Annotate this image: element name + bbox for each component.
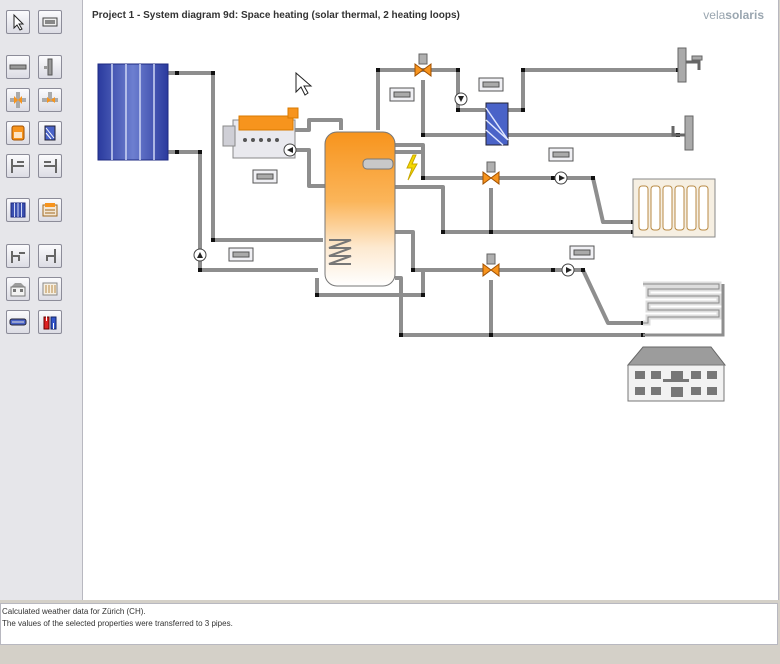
dhw-heat-exchanger[interactable] xyxy=(485,102,509,146)
boiler-icon xyxy=(11,125,25,141)
controller-boiler[interactable] xyxy=(252,169,278,184)
toolbar-auxiliary-heater-button[interactable] xyxy=(38,198,62,222)
loop1-supply-pipe[interactable] xyxy=(498,176,633,224)
tank-loop2-pipe[interactable] xyxy=(395,230,483,272)
toolbar-floor-heating-button[interactable] xyxy=(6,310,30,334)
parameter-display-icon xyxy=(42,17,58,27)
pipe-joints xyxy=(175,68,680,337)
diagram-canvas[interactable]: Project 1 - System diagram 9d: Space hea… xyxy=(83,0,779,600)
mixing-valve-loop1[interactable] xyxy=(482,161,500,185)
solar-collector-icon xyxy=(10,202,26,218)
toolbar-vertical-pipe-button[interactable] xyxy=(38,55,62,79)
toolbar-horizontal-pipe-button[interactable] xyxy=(6,55,30,79)
building[interactable] xyxy=(626,346,727,402)
status-messages: Calculated weather data for Zürich (CH).… xyxy=(0,603,778,645)
cold-water-pipe[interactable] xyxy=(508,68,678,112)
boiler-pump[interactable] xyxy=(283,143,297,157)
tap-right-icon xyxy=(46,249,56,263)
tank-loop1-pipe[interactable] xyxy=(395,143,483,180)
horizontal-pipe-icon xyxy=(9,64,27,70)
toolbar-pipe-junction-left-button[interactable] xyxy=(6,154,30,178)
radiator-icon xyxy=(42,282,58,296)
electric-heater-icon xyxy=(406,154,418,181)
controller-dhw[interactable] xyxy=(478,77,504,92)
select-pointer-icon xyxy=(13,13,25,31)
auxiliary-heater-icon xyxy=(42,203,58,217)
pipe-junction-right-icon xyxy=(44,159,57,173)
solar-collector[interactable] xyxy=(97,63,169,161)
three-way-valve-icon xyxy=(10,92,26,108)
toolbar-tap-left-button[interactable] xyxy=(6,244,30,268)
toolbar-three-way-valve-button[interactable] xyxy=(6,88,30,112)
system-diagram xyxy=(97,47,727,402)
floor-heating[interactable] xyxy=(643,281,725,337)
diverter-valve-icon xyxy=(42,92,58,103)
controller-loop2[interactable] xyxy=(569,245,595,260)
vertical-pipe-icon xyxy=(44,58,53,76)
radiator[interactable] xyxy=(632,178,716,238)
loop2-return-pipe[interactable] xyxy=(395,276,643,337)
toolbar-heat-exchanger-button[interactable] xyxy=(38,121,62,145)
tap-left-icon xyxy=(11,251,25,263)
loop1-pump[interactable] xyxy=(554,171,568,185)
building-icon xyxy=(10,283,26,297)
boiler-pipe[interactable] xyxy=(295,148,326,188)
heat-load-icon xyxy=(43,315,57,330)
loop2-pump[interactable] xyxy=(561,263,575,277)
status-line-weather: Calculated weather data for Zürich (CH). xyxy=(2,607,146,616)
boiler-tank-pipe[interactable] xyxy=(295,118,343,132)
toolbar-tap-right-button[interactable] xyxy=(38,244,62,268)
storage-tank[interactable] xyxy=(324,131,418,287)
toolbar-diverter-valve-button[interactable] xyxy=(38,88,62,112)
collector-pump[interactable] xyxy=(193,248,207,262)
heat-exchanger-icon xyxy=(44,125,56,141)
floor-heating-icon xyxy=(9,318,27,326)
pipe-junction-left-icon xyxy=(11,159,24,173)
mixing-valve-dhw[interactable] xyxy=(414,53,432,77)
mouse-pointer-icon xyxy=(295,71,313,96)
toolbar-pipe-junction-right-button[interactable] xyxy=(38,154,62,178)
component-toolbar xyxy=(0,0,83,604)
mixing-valve-loop2[interactable] xyxy=(482,253,500,277)
toolbar-building-button[interactable] xyxy=(6,277,30,301)
toolbar-boiler-button[interactable] xyxy=(6,121,30,145)
status-line-transfer: The values of the selected properties we… xyxy=(2,619,233,628)
dhw-pump[interactable] xyxy=(454,92,468,106)
loop2-supply-pipe[interactable] xyxy=(498,268,643,325)
toolbar-select-pointer-button[interactable] xyxy=(6,10,30,34)
toolbar-radiator-button[interactable] xyxy=(38,277,62,301)
hot-water-tap[interactable] xyxy=(677,47,703,83)
toolbar-parameter-display-button[interactable] xyxy=(38,10,62,34)
controller-loop1[interactable] xyxy=(548,147,574,162)
controller-collector[interactable] xyxy=(228,247,254,262)
toolbar-solar-collector-button[interactable] xyxy=(6,198,30,222)
controller-dhw-valve[interactable] xyxy=(389,87,415,102)
toolbar-heat-load-button[interactable] xyxy=(38,310,62,334)
window-bottom-bar xyxy=(0,646,780,664)
cold-water-return-pipe[interactable] xyxy=(421,80,486,137)
